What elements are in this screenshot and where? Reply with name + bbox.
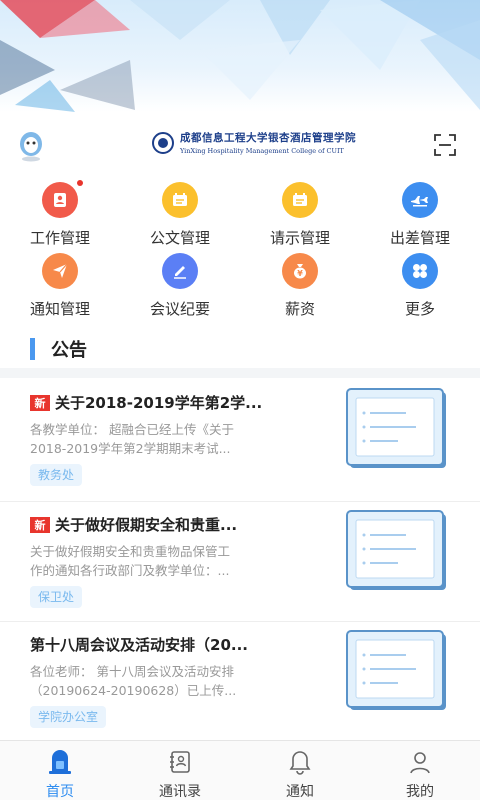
grid-item-notices[interactable]: 通知管理	[0, 253, 120, 324]
send-icon	[42, 253, 78, 289]
grid-item-requests[interactable]: 请示管理	[240, 182, 360, 253]
svg-text:¥: ¥	[297, 269, 303, 278]
bottom-tab-bar: 首页 通讯录 通知 我的	[0, 740, 480, 800]
home-icon	[49, 750, 71, 774]
announcement-summary: 各位老师： 第十八周会议及活动安排 （20190624-20190628）已上传…	[30, 664, 237, 698]
person-icon	[410, 752, 430, 774]
banner-decoration	[0, 0, 480, 112]
grid-item-label: 通知管理	[29, 300, 90, 318]
grid-item-meeting-minutes[interactable]: 会议纪要	[120, 253, 240, 324]
unread-badge	[77, 180, 83, 186]
announcement-item[interactable]: 第十八周会议及活动安排（20... 各位老师： 第十八周会议及活动安排 （201…	[0, 620, 480, 742]
tab-home[interactable]: 首页	[0, 741, 120, 800]
document-icon	[162, 182, 198, 218]
grid-item-more[interactable]: 更多	[360, 253, 480, 324]
grid-item-label: 出差管理	[389, 229, 450, 247]
new-badge: 新	[30, 516, 50, 533]
document-thumbnail-icon	[346, 630, 446, 710]
grid-item-label: 更多	[404, 300, 435, 318]
grid-item-label: 工作管理	[29, 229, 90, 247]
announcements-header: 公告	[30, 336, 87, 362]
bell-icon	[289, 751, 311, 775]
feature-grid: 工作管理 公文管理 请示管理 出差管理 通知管理 会议纪要 ¥ 薪资 更多	[0, 180, 480, 324]
college-name-cn: 成都信息工程大学银杏酒店管理学院	[180, 132, 356, 144]
tab-label: 通知	[286, 784, 314, 800]
pen-icon	[162, 253, 198, 289]
section-divider	[0, 368, 480, 378]
document-thumbnail-icon	[346, 388, 446, 468]
tab-label: 我的	[406, 784, 434, 800]
announcement-item[interactable]: 新 关于2018-2019学年第2学... 各教学单位： 超融合已经上传《关于 …	[0, 378, 480, 500]
document-thumbnail-icon	[346, 510, 446, 590]
user-shield-icon	[42, 180, 83, 218]
grid-item-label: 公文管理	[149, 229, 210, 247]
clover-icon	[402, 253, 438, 289]
mascot-icon[interactable]	[18, 130, 44, 162]
grid-item-salary[interactable]: ¥ 薪资	[240, 253, 360, 324]
department-tag: 保卫处	[30, 586, 83, 608]
announcement-summary: 关于做好假期安全和贵重物品保管工 作的通知各行政部门及教学单位：...	[30, 544, 231, 578]
tab-label: 通讯录	[159, 784, 201, 800]
grid-item-label: 薪资	[284, 300, 315, 318]
announcement-title: 第十八周会议及活动安排（20...	[30, 636, 248, 654]
announcement-item[interactable]: 新 关于做好假期安全和贵重... 关于做好假期安全和贵重物品保管工 作的通知各行…	[0, 500, 480, 622]
money-bag-icon: ¥	[282, 253, 318, 289]
tab-profile[interactable]: 我的	[360, 741, 480, 800]
header-row: 成都信息工程大学银杏酒店管理学院 YinXing Hospitality Man…	[0, 120, 480, 170]
tab-notifications[interactable]: 通知	[240, 741, 360, 800]
section-title: 公告	[51, 340, 87, 361]
hero-banner	[0, 0, 480, 112]
clipboard-icon	[282, 182, 318, 218]
grid-item-business-trip[interactable]: 出差管理	[360, 182, 480, 253]
grid-item-work[interactable]: 工作管理	[0, 180, 120, 253]
grid-item-documents[interactable]: 公文管理	[120, 182, 240, 253]
grid-item-label: 请示管理	[269, 229, 330, 247]
college-seal-icon	[152, 131, 174, 154]
college-name-en: YinXing Hospitality Management College o…	[180, 147, 344, 155]
new-badge: 新	[30, 394, 50, 411]
department-tag: 学院办公室	[30, 706, 107, 728]
contacts-icon	[170, 751, 190, 773]
grid-item-label: 会议纪要	[149, 300, 210, 318]
college-logo: 成都信息工程大学银杏酒店管理学院 YinXing Hospitality Man…	[152, 130, 356, 155]
airplane-icon	[402, 182, 438, 218]
announcement-summary: 各教学单位： 超融合已经上传《关于 2018-2019学年第2学期期末考试...	[30, 422, 234, 456]
scan-icon[interactable]	[434, 134, 456, 156]
announcement-title: 关于2018-2019学年第2学...	[55, 394, 263, 412]
announcement-title: 关于做好假期安全和贵重...	[55, 516, 238, 534]
tab-contacts[interactable]: 通讯录	[120, 741, 240, 800]
section-accent-bar	[30, 338, 35, 360]
tab-label: 首页	[46, 784, 74, 800]
department-tag: 教务处	[30, 464, 83, 486]
